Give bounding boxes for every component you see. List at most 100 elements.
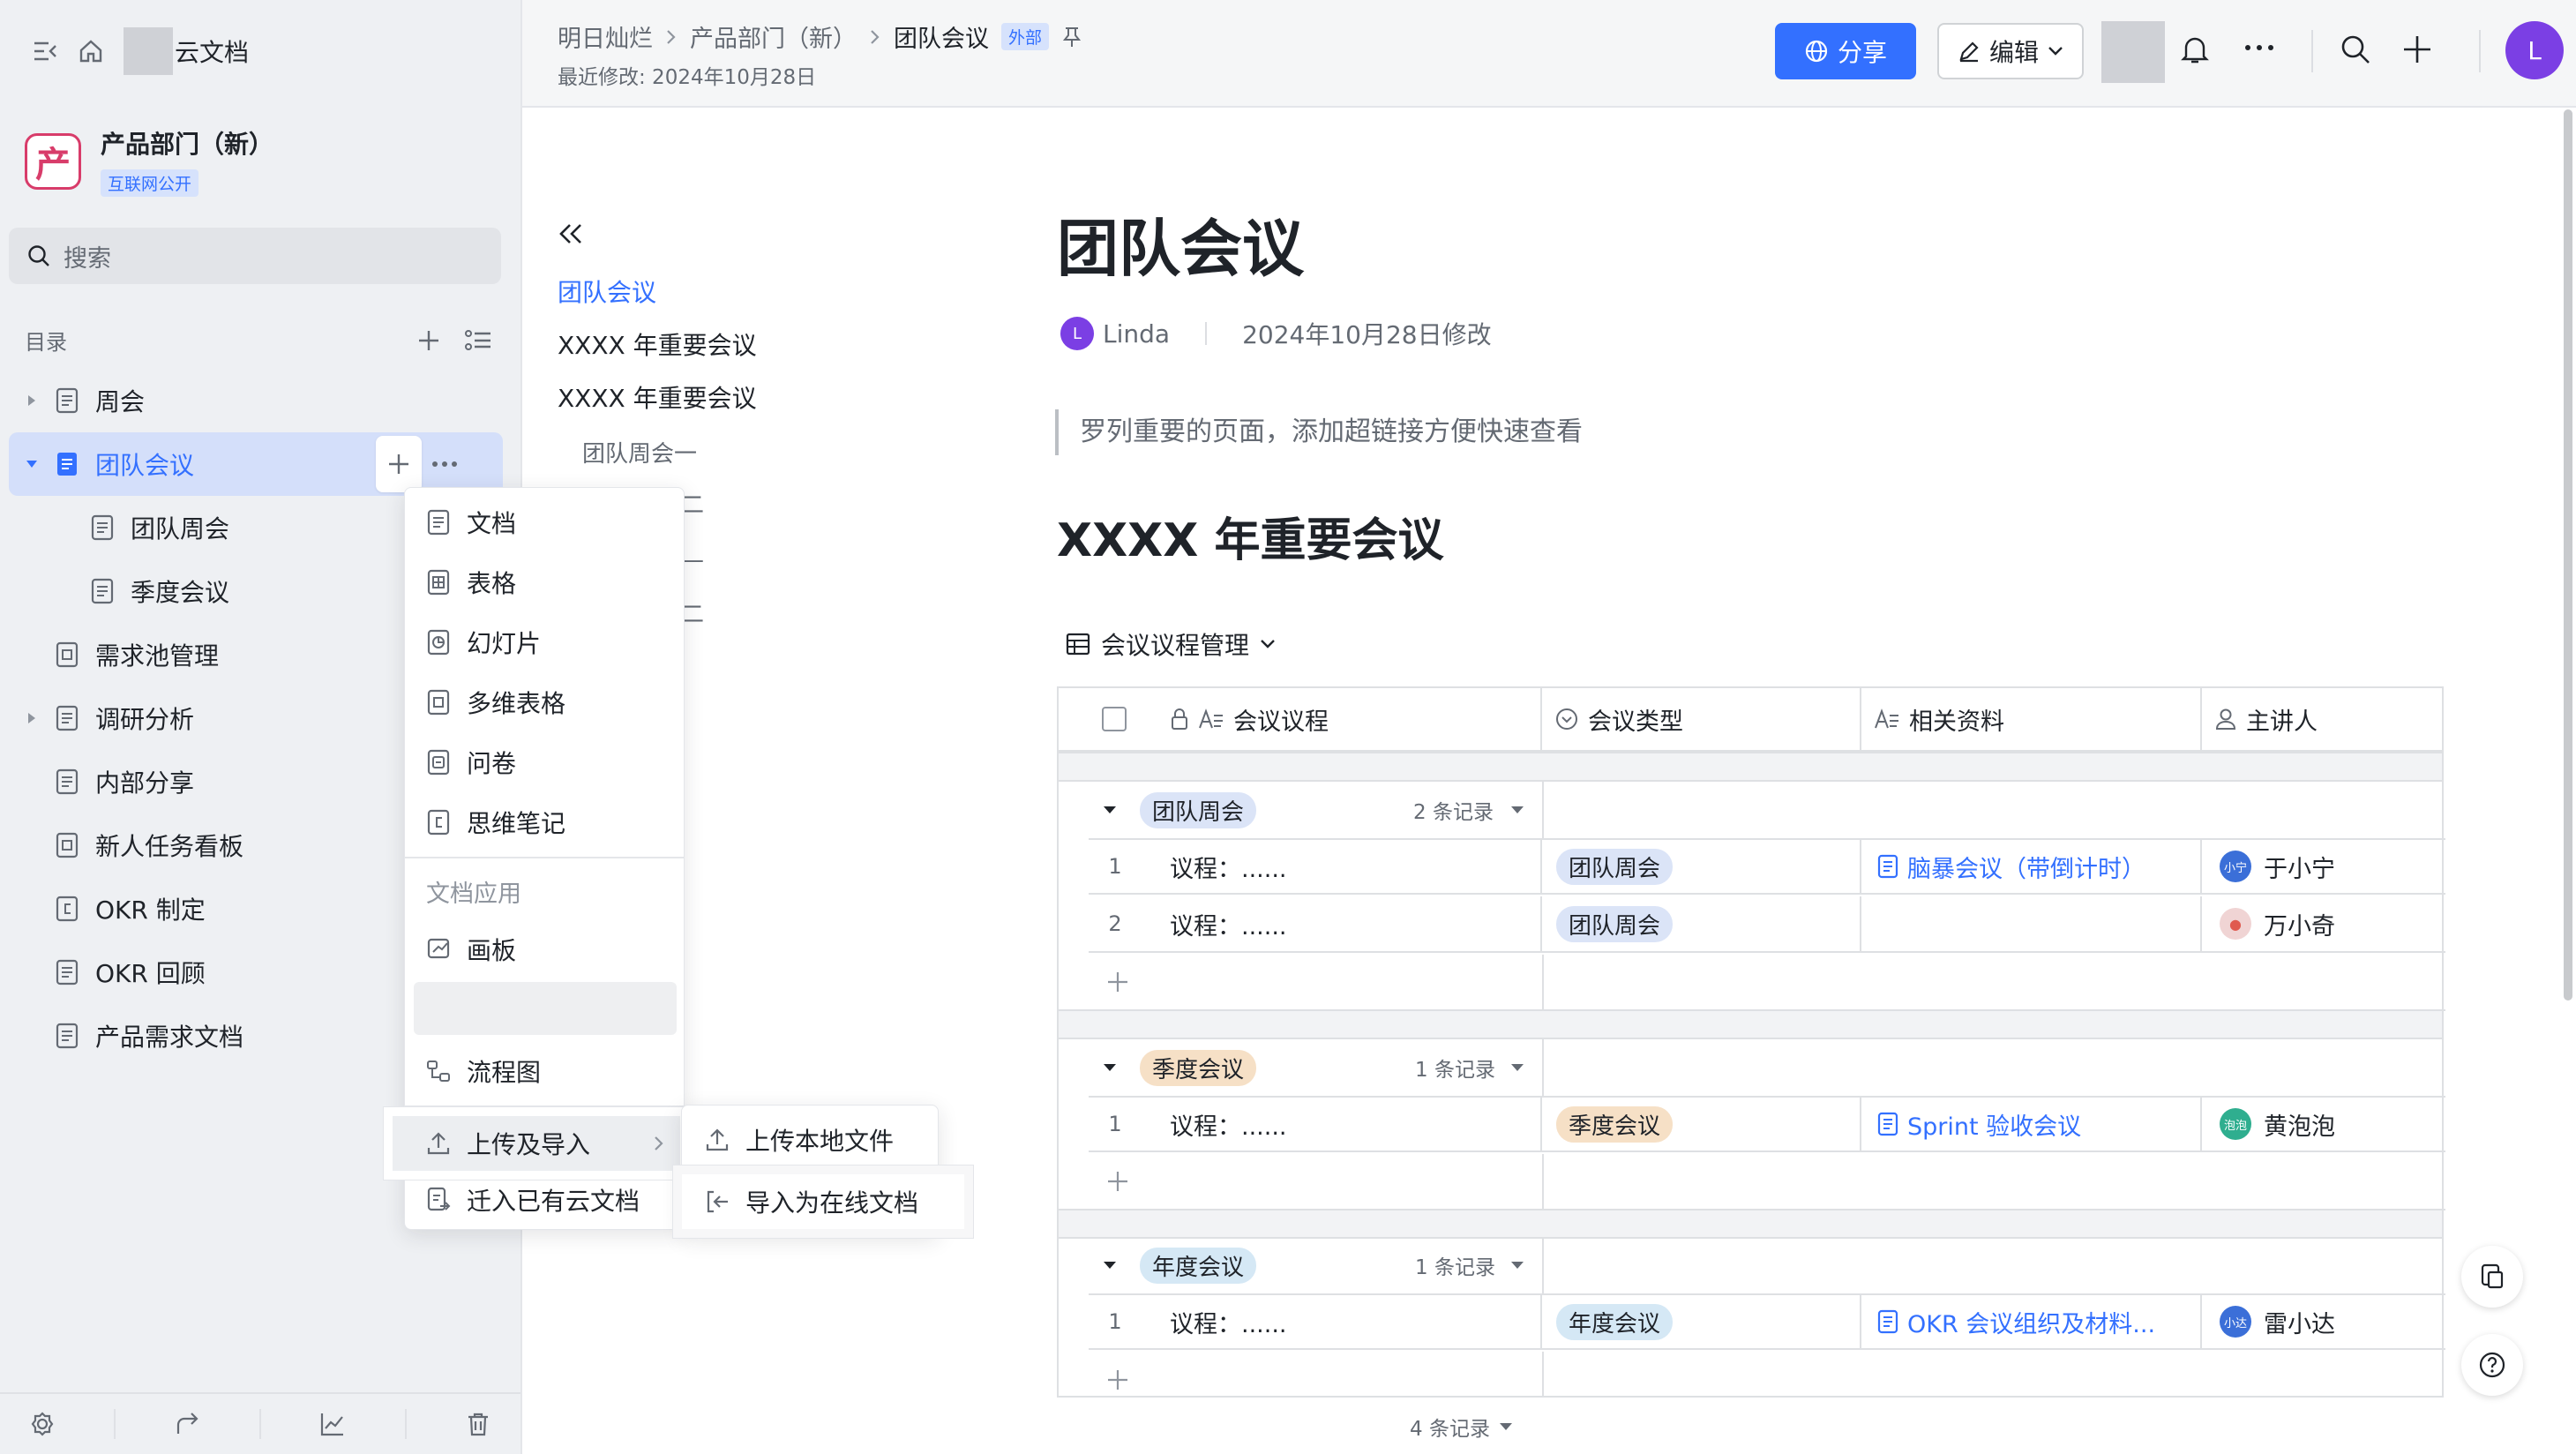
menu-item-upload-import[interactable]: 上传及导入 bbox=[393, 1116, 680, 1171]
menu-item-doc[interactable]: 文档 bbox=[405, 495, 684, 550]
doc-cell[interactable] bbox=[1861, 896, 2202, 951]
agenda-cell[interactable]: 议程：...... bbox=[1142, 896, 1542, 951]
type-cell[interactable]: 季度会议 bbox=[1542, 1098, 1861, 1150]
column-header[interactable]: 相关资料 bbox=[1861, 688, 2202, 750]
add-child-button[interactable] bbox=[376, 436, 422, 492]
column-label: 会议议程 bbox=[1233, 708, 1329, 736]
total-records[interactable]: 4 条记录 bbox=[1410, 1412, 1513, 1442]
caret-down-icon[interactable] bbox=[1510, 1062, 1524, 1073]
doc-cell[interactable]: 脑暴会议（带倒计时） bbox=[1861, 840, 2202, 893]
menu-item-base[interactable]: 多维表格 bbox=[405, 675, 684, 730]
doc-link[interactable]: OKR 会议组织及材料... bbox=[1907, 1305, 2155, 1339]
person-cell[interactable]: 小宁 于小宁 bbox=[2202, 840, 2445, 893]
menu-item-migrate[interactable]: 迁入已有云文档 bbox=[405, 1173, 684, 1227]
add-row-button[interactable] bbox=[1089, 1154, 2445, 1210]
help-button[interactable] bbox=[2461, 1334, 2523, 1396]
outline-item[interactable]: 团队周会一 bbox=[582, 436, 697, 468]
search-icon[interactable] bbox=[2340, 34, 2371, 65]
author-avatar[interactable]: L bbox=[1060, 317, 1094, 350]
person-cell[interactable]: 泡泡 黄泡泡 bbox=[2202, 1098, 2445, 1150]
menu-item-placeholder[interactable] bbox=[414, 982, 677, 1035]
agenda-cell[interactable]: 议程：...... bbox=[1142, 840, 1542, 893]
column-header[interactable]: 会议议程 bbox=[1170, 688, 1542, 750]
table-view-selector[interactable]: 会议议程管理 bbox=[1066, 626, 1276, 662]
doc-link[interactable]: 脑暴会议（带倒计时） bbox=[1907, 850, 2145, 884]
type-cell[interactable]: 团队周会 bbox=[1542, 840, 1861, 893]
pen-icon bbox=[1958, 40, 1981, 63]
group-header[interactable]: 年度会议 1 条记录 bbox=[1059, 1237, 2442, 1293]
collapse-group-icon[interactable] bbox=[1103, 1260, 1117, 1270]
agenda-cell[interactable]: 议程：...... bbox=[1142, 1098, 1542, 1150]
share-button[interactable]: 分享 bbox=[1775, 23, 1916, 79]
menu-item-upload-local[interactable]: 上传本地文件 bbox=[682, 1113, 938, 1167]
tree-item[interactable]: 周会 bbox=[9, 369, 503, 432]
person-avatar: 小宁 bbox=[2220, 851, 2251, 882]
search-input[interactable]: 搜索 bbox=[9, 228, 501, 284]
collapse-arrow-icon[interactable] bbox=[23, 459, 41, 469]
settings-icon[interactable] bbox=[29, 1411, 56, 1437]
copy-float-button[interactable] bbox=[2461, 1246, 2523, 1308]
scrollbar[interactable] bbox=[2564, 109, 2572, 1001]
column-header[interactable]: 主讲人 bbox=[2202, 688, 2442, 750]
outline-item[interactable]: XXXX 年重要会议 bbox=[558, 326, 757, 362]
caret-down-icon[interactable] bbox=[1510, 805, 1524, 815]
bell-icon[interactable] bbox=[2181, 34, 2209, 65]
sidebar-footer bbox=[0, 1392, 520, 1454]
menu-item-board[interactable]: 画板 bbox=[405, 922, 684, 977]
collaborator-avatar-placeholder[interactable] bbox=[2101, 21, 2165, 83]
table-row[interactable]: 1 议程：...... 季度会议 Sprint 验收会议 泡泡 黄泡泡 bbox=[1089, 1096, 2445, 1152]
menu-item-mindnote[interactable]: 思维笔记 bbox=[405, 795, 684, 850]
expand-arrow-icon[interactable] bbox=[23, 712, 41, 724]
pin-icon[interactable] bbox=[1061, 26, 1082, 49]
add-icon[interactable] bbox=[416, 328, 441, 353]
outline-item[interactable]: 团队会议 bbox=[558, 274, 656, 309]
trash-icon[interactable] bbox=[465, 1411, 491, 1437]
analytics-icon[interactable] bbox=[319, 1411, 346, 1437]
menu-item-import-online[interactable]: 导入为在线文档 bbox=[682, 1174, 964, 1229]
agenda-cell[interactable]: 议程：...... bbox=[1142, 1295, 1542, 1348]
user-avatar[interactable]: L bbox=[2505, 21, 2564, 79]
menu-item-form[interactable]: 问卷 bbox=[405, 735, 684, 790]
sidebar-top: 云文档 bbox=[32, 27, 249, 75]
add-icon[interactable] bbox=[2401, 34, 2433, 65]
expand-arrow-icon[interactable] bbox=[23, 394, 41, 407]
doc-link[interactable]: Sprint 验收会议 bbox=[1907, 1107, 2081, 1142]
list-settings-icon[interactable] bbox=[464, 328, 492, 353]
doc-cell[interactable]: Sprint 验收会议 bbox=[1861, 1098, 2202, 1150]
person-icon bbox=[2214, 708, 2237, 731]
collapse-outline-icon[interactable] bbox=[558, 222, 584, 245]
group-header[interactable]: 季度会议 1 条记录 bbox=[1059, 1039, 2442, 1096]
add-row-button[interactable] bbox=[1089, 1352, 2445, 1408]
home-icon[interactable] bbox=[78, 38, 104, 64]
breadcrumb-item[interactable]: 明日灿烂 bbox=[558, 19, 653, 54]
share-export-icon[interactable] bbox=[175, 1411, 201, 1437]
collapse-sidebar-icon[interactable] bbox=[32, 38, 58, 64]
table-row[interactable]: 2 议程：...... 团队周会 ● 万小奇 bbox=[1089, 896, 2445, 953]
doc-cell[interactable]: OKR 会议组织及材料... bbox=[1861, 1295, 2202, 1348]
menu-item-sheet[interactable]: 表格 bbox=[405, 555, 684, 610]
column-header[interactable]: 会议类型 bbox=[1542, 688, 1861, 750]
type-cell[interactable]: 团队周会 bbox=[1542, 896, 1861, 951]
edit-button[interactable]: 编辑 bbox=[1937, 23, 2084, 79]
menu-item-flowchart[interactable]: 流程图 bbox=[405, 1044, 684, 1098]
person-cell[interactable]: 小达 雷小达 bbox=[2202, 1295, 2445, 1348]
menu-item-slides[interactable]: 幻灯片 bbox=[405, 615, 684, 670]
breadcrumb-item[interactable]: 产品部门（新） bbox=[690, 19, 857, 54]
table-row[interactable]: 1 议程：...... 年度会议 OKR 会议组织及材料... 小达 雷小达 bbox=[1089, 1293, 2445, 1350]
more-icon[interactable] bbox=[422, 436, 468, 492]
more-icon[interactable] bbox=[2244, 44, 2274, 51]
workspace-header[interactable]: 产 产品部门（新） 互联网公开 bbox=[25, 125, 273, 197]
collapse-group-icon[interactable] bbox=[1103, 805, 1117, 815]
collapse-group-icon[interactable] bbox=[1103, 1062, 1117, 1073]
caret-down-icon[interactable] bbox=[1510, 1260, 1524, 1270]
group-header[interactable]: 团队周会 2 条记录 bbox=[1059, 782, 2442, 838]
type-cell[interactable]: 年度会议 bbox=[1542, 1295, 1861, 1348]
author-name[interactable]: Linda bbox=[1103, 319, 1170, 349]
select-all-checkbox[interactable] bbox=[1059, 688, 1170, 750]
mindnote-icon bbox=[55, 896, 79, 922]
outline-item[interactable]: XXXX 年重要会议 bbox=[558, 379, 757, 415]
table-row[interactable]: 1 议程：...... 团队周会 脑暴会议（带倒计时） 小宁 于小宁 bbox=[1089, 838, 2445, 895]
add-row-button[interactable] bbox=[1089, 955, 2445, 1011]
menu-item-label: 流程图 bbox=[467, 1058, 542, 1087]
person-cell[interactable]: ● 万小奇 bbox=[2202, 896, 2445, 951]
